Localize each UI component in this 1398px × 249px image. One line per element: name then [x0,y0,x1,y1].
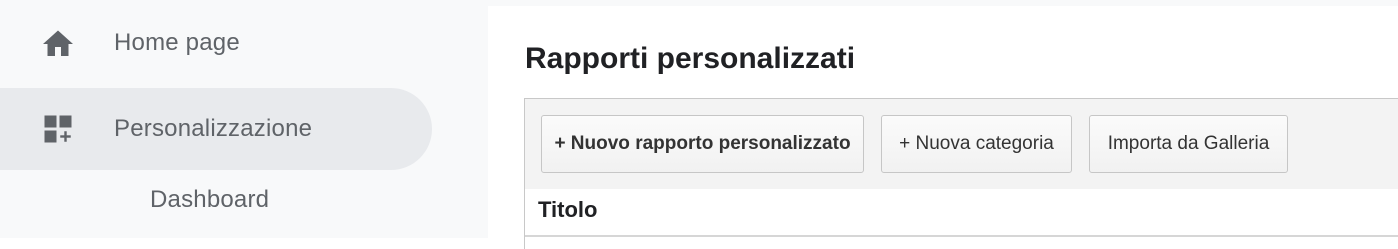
new-custom-report-button[interactable]: + Nuovo rapporto personalizzato [541,115,864,173]
home-icon [43,30,73,56]
sidebar-item-home[interactable]: Home page [0,18,430,70]
reports-panel: + Nuovo rapporto personalizzato + Nuova … [524,98,1398,249]
table-header: Titolo [525,189,1398,237]
reports-toolbar: + Nuovo rapporto personalizzato + Nuova … [525,99,1398,190]
main-content: Rapporti personalizzati + Nuovo rapporto… [488,0,1398,249]
sidebar-subitem-dashboard[interactable]: Dashboard [150,186,269,214]
dashboard-add-icon [44,115,72,143]
page-title: Rapporti personalizzati [525,42,856,75]
sidebar-item-label: Home page [114,29,240,56]
sidebar-item-personalizzazione[interactable]: Personalizzazione [0,88,432,170]
column-header-title[interactable]: Titolo [538,197,597,223]
sidebar-item-label: Personalizzazione [114,115,313,142]
new-category-button[interactable]: + Nuova categoria [881,115,1072,173]
sidebar: Home page Personalizzazione Dashboard [0,0,488,238]
top-strip [488,0,1398,6]
import-from-gallery-button[interactable]: Importa da Galleria [1089,115,1288,173]
